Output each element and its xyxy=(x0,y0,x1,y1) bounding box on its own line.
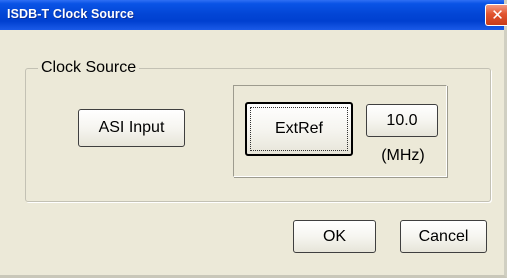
frequency-unit-label: (MHz) xyxy=(381,147,425,164)
close-button[interactable]: ✕ xyxy=(485,4,507,26)
frequency-value-button[interactable]: 10.0 xyxy=(366,104,438,137)
asi-input-button[interactable]: ASI Input xyxy=(78,109,185,147)
cancel-button[interactable]: Cancel xyxy=(400,220,487,253)
focus-rectangle xyxy=(250,107,348,151)
title-bar[interactable]: ISDB-T Clock Source ✕ xyxy=(0,0,507,30)
clock-source-group-label: Clock Source xyxy=(38,58,140,78)
extref-button[interactable]: ExtRef xyxy=(245,102,353,156)
ok-button[interactable]: OK xyxy=(293,220,376,253)
window-title: ISDB-T Clock Source xyxy=(7,7,134,21)
close-icon: ✕ xyxy=(491,6,504,24)
dialog-window: ISDB-T Clock Source ✕ Clock Source ASI I… xyxy=(0,0,507,278)
